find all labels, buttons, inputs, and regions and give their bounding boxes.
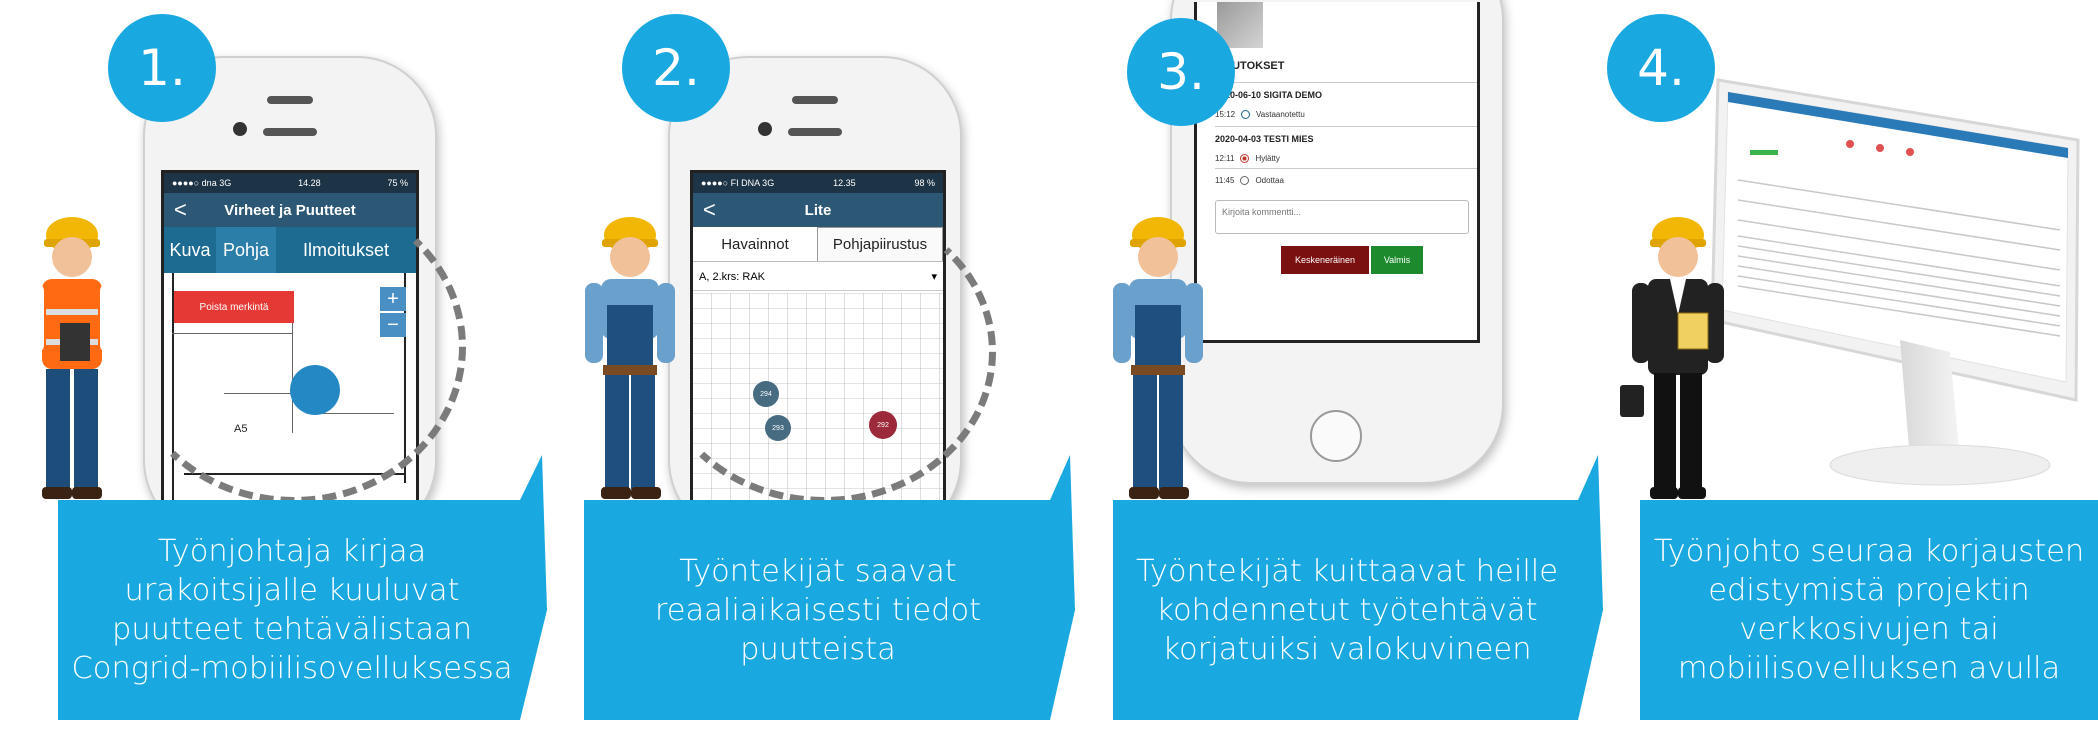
caption-line: reaaliaikaisesti tiedot — [654, 592, 982, 628]
caption-line: korjatuiksi valokuvineen — [1162, 631, 1532, 667]
step-badge-2: 2. — [622, 14, 730, 122]
caption-line: verkkosivujen tai — [1739, 612, 1999, 647]
caption-line: Työntekijät kuittaavat heille — [1135, 553, 1559, 589]
caption-step-4: Työnjohto seuraa korjausten edistymistä … — [1644, 510, 2094, 710]
caption-line: Työnjohtaja kirjaa — [157, 534, 427, 569]
caption-line: urakoitsijalle kuuluvat — [124, 573, 460, 608]
caption-line: puutteista — [740, 631, 896, 667]
step-badge-4: 4. — [1607, 14, 1715, 122]
caption-step-3: Työntekijät kuittaavat heille kohdennetu… — [1117, 510, 1577, 710]
caption-step-1: Työnjohtaja kirjaa urakoitsijalle kuuluv… — [62, 510, 522, 710]
step-badge-1: 1. — [108, 14, 216, 122]
caption-line: mobiilisovelluksen avulla — [1677, 651, 2061, 686]
caption-line: edistymistä projektin — [1708, 573, 2030, 608]
caption-line: Työntekijät saavat — [679, 553, 957, 589]
caption-line: Congrid-mobiilisovelluksessa — [71, 651, 513, 686]
step-badge-3: 3. — [1127, 18, 1235, 126]
caption-line: Työnjohto seuraa korjausten — [1653, 534, 2085, 569]
caption-line: puutteet tehtävälistaan — [111, 612, 473, 647]
caption-line: kohdennetut työtehtävät — [1156, 592, 1538, 628]
caption-step-2: Työntekijät saavat reaaliaikaisesti tied… — [588, 510, 1048, 710]
